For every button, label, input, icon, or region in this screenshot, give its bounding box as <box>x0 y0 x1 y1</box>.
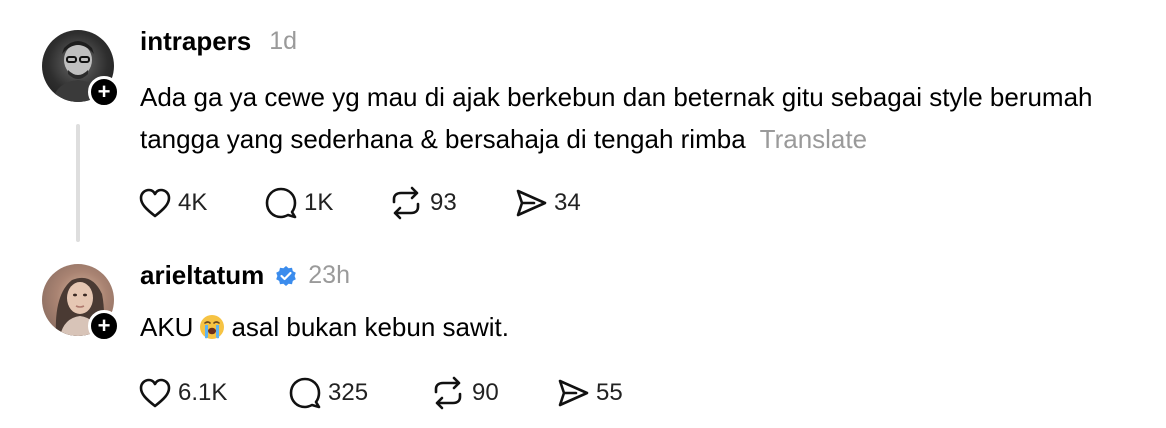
heart-icon <box>139 188 171 218</box>
follow-plus-icon[interactable]: + <box>88 310 120 342</box>
post-text-before-emoji: AKU <box>140 312 194 342</box>
post-text-after-emoji: asal bukan kebun sawit. <box>231 312 509 342</box>
post-arieltatum: + arieltatum 23h AKU asal bukan kebun sa… <box>0 250 1166 428</box>
share-icon <box>516 189 547 217</box>
username[interactable]: intrapers <box>140 26 251 57</box>
like-count: 4K <box>178 189 208 216</box>
repost-button[interactable]: 93 <box>388 186 514 220</box>
repost-button[interactable]: 90 <box>430 376 556 410</box>
post-text-content: Ada ga ya cewe yg mau di ajak berkebun d… <box>140 82 1093 154</box>
share-count: 34 <box>554 189 581 216</box>
reply-count: 325 <box>328 379 369 406</box>
post-intrapers: + intrapers 1d Ada ga ya cewe yg mau di … <box>0 0 1166 250</box>
repost-icon <box>392 186 420 220</box>
post-text: Ada ga ya cewe yg mau di ajak berkebun d… <box>140 76 1140 160</box>
repost-icon <box>434 376 462 410</box>
action-bar: 6.1K 325 90 55 <box>138 376 623 410</box>
heart-icon <box>139 378 171 408</box>
share-icon <box>558 379 589 407</box>
follow-plus-icon[interactable]: + <box>88 76 120 108</box>
like-button[interactable]: 4K <box>138 187 264 219</box>
reply-button[interactable]: 1K <box>264 186 388 220</box>
share-button[interactable]: 34 <box>514 187 581 219</box>
like-count: 6.1K <box>178 379 228 406</box>
like-button[interactable]: 6.1K <box>138 377 288 409</box>
repost-count: 93 <box>430 189 457 216</box>
loudly-crying-face-emoji <box>200 315 225 339</box>
comment-icon <box>289 377 321 409</box>
action-bar: 4K 1K 93 34 <box>138 186 581 220</box>
comment-icon <box>265 187 297 219</box>
avatar-intrapers-wrap[interactable]: + <box>42 30 120 108</box>
translate-link[interactable]: Translate <box>760 124 867 154</box>
repost-count: 90 <box>472 379 499 406</box>
verified-icon <box>276 265 297 286</box>
post-header: arieltatum 23h <box>140 260 350 291</box>
thread-line <box>76 124 80 242</box>
share-button[interactable]: 55 <box>556 377 623 409</box>
post-header: intrapers 1d <box>140 26 297 57</box>
post-text: AKU asal bukan kebun sawit. <box>140 306 1140 348</box>
avatar-arieltatum-wrap[interactable]: + <box>42 264 120 342</box>
reply-count: 1K <box>304 189 334 216</box>
username[interactable]: arieltatum <box>140 260 264 291</box>
reply-button[interactable]: 325 <box>288 376 430 410</box>
timestamp: 23h <box>308 261 350 289</box>
timestamp: 1d <box>269 27 298 55</box>
share-count: 55 <box>596 379 623 406</box>
